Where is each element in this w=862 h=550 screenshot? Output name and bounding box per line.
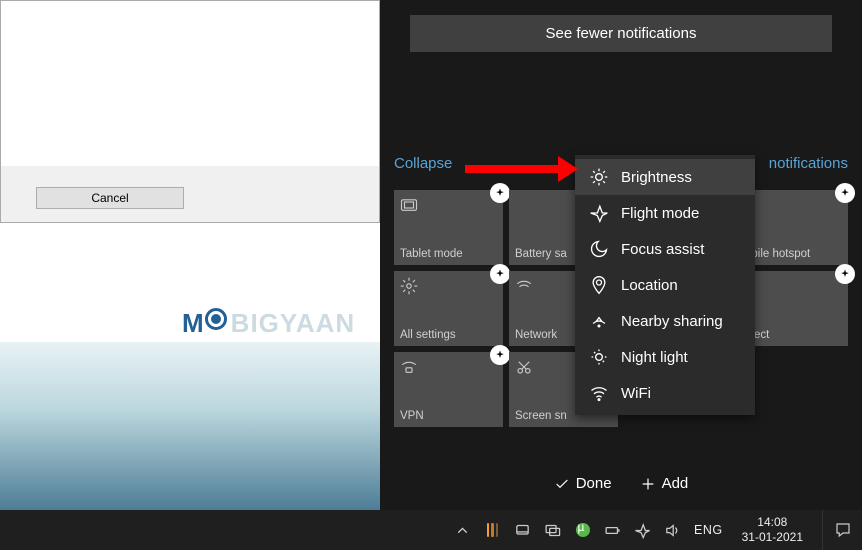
moon-icon: [589, 239, 609, 259]
dialog-content: [1, 1, 379, 166]
clear-notifications-link[interactable]: notifications: [769, 155, 848, 172]
tile-label: All settings: [400, 329, 499, 341]
tile-label: Tablet mode: [400, 248, 499, 260]
wifi-icon: [515, 277, 533, 298]
share-icon: [589, 311, 609, 331]
clock[interactable]: 14:08 31-01-2021: [736, 515, 809, 545]
battery-icon[interactable]: [604, 522, 621, 539]
annotation-arrow: [465, 165, 560, 173]
menu-label: Nearby sharing: [621, 313, 723, 330]
tablet-icon: [400, 196, 418, 217]
unpin-icon[interactable]: [490, 264, 510, 284]
add-quick-action-menu: Brightness Flight mode Focus assist Loca…: [575, 155, 755, 415]
menu-item-flight-mode[interactable]: Flight mode: [575, 195, 755, 231]
done-button[interactable]: Done: [554, 475, 612, 492]
tile-label: VPN: [400, 410, 499, 422]
task-view-icon[interactable]: [544, 522, 561, 539]
volume-icon[interactable]: [664, 522, 681, 539]
gear-icon: [400, 277, 418, 298]
touchpad-icon[interactable]: [514, 522, 531, 539]
action-center: See fewer notifications Collapse notific…: [380, 0, 862, 510]
language-indicator[interactable]: ENG: [694, 523, 723, 537]
collapse-link[interactable]: Collapse: [394, 155, 452, 172]
add-button[interactable]: Add: [640, 475, 689, 492]
add-label: Add: [662, 475, 689, 492]
unpin-icon[interactable]: [490, 183, 510, 203]
airplane-icon: [589, 203, 609, 223]
unpin-icon[interactable]: [835, 183, 855, 203]
tray-chevron-icon[interactable]: [454, 522, 471, 539]
airplane-mode-icon[interactable]: [634, 522, 651, 539]
menu-label: Focus assist: [621, 241, 704, 258]
menu-item-location[interactable]: Location: [575, 267, 755, 303]
plus-icon: [640, 476, 656, 492]
notification-center-button[interactable]: [822, 510, 862, 550]
check-icon: [554, 476, 570, 492]
clock-date: 31-01-2021: [742, 530, 803, 545]
night-light-icon: [589, 347, 609, 367]
desktop-wallpaper: [0, 342, 380, 510]
see-fewer-button[interactable]: See fewer notifications: [410, 15, 832, 52]
utorrent-icon[interactable]: [574, 522, 591, 539]
location-icon: [589, 275, 609, 295]
unpin-icon[interactable]: [835, 264, 855, 284]
menu-label: Brightness: [621, 169, 692, 186]
taskbar: ENG 14:08 31-01-2021: [0, 510, 862, 550]
cancel-button[interactable]: Cancel: [36, 187, 184, 209]
watermark: MBIGYAAN: [182, 306, 355, 339]
wifi-icon: [589, 383, 609, 403]
menu-label: Location: [621, 277, 678, 294]
menu-item-night-light[interactable]: Night light: [575, 339, 755, 375]
menu-label: WiFi: [621, 385, 651, 402]
dialog-window: Cancel: [0, 0, 380, 223]
menu-item-wifi[interactable]: WiFi: [575, 375, 755, 411]
menu-item-brightness[interactable]: Brightness: [575, 159, 755, 195]
tile-project[interactable]: oject: [739, 271, 848, 346]
menu-label: Flight mode: [621, 205, 699, 222]
menu-label: Night light: [621, 349, 688, 366]
tile-tablet-mode[interactable]: Tablet mode: [394, 190, 503, 265]
unpin-icon[interactable]: [490, 345, 510, 365]
snip-icon: [515, 358, 533, 379]
done-label: Done: [576, 475, 612, 492]
tray-app-icon[interactable]: [484, 522, 501, 539]
vpn-icon: [400, 358, 418, 379]
tile-all-settings[interactable]: All settings: [394, 271, 503, 346]
menu-item-focus-assist[interactable]: Focus assist: [575, 231, 755, 267]
done-add-row: Done Add: [380, 475, 862, 492]
clock-time: 14:08: [742, 515, 803, 530]
tile-mobile-hotspot[interactable]: obile hotspot: [739, 190, 848, 265]
tile-label: oject: [745, 329, 844, 341]
tile-vpn[interactable]: VPN: [394, 352, 503, 427]
brightness-icon: [589, 167, 609, 187]
menu-item-nearby-sharing[interactable]: Nearby sharing: [575, 303, 755, 339]
notification-icon: [834, 521, 852, 539]
tile-label: obile hotspot: [745, 248, 844, 260]
